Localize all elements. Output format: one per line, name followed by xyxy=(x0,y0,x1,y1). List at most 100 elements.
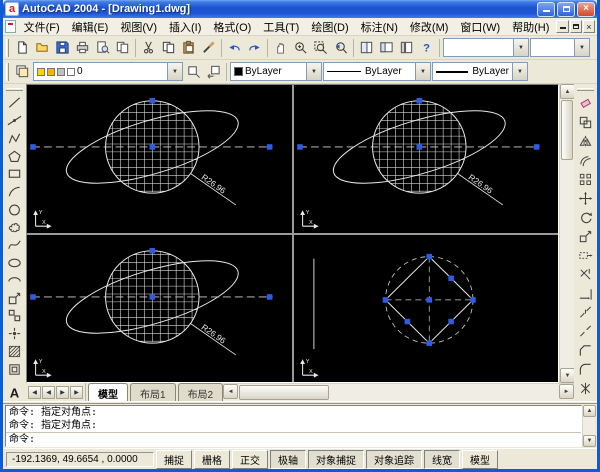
undo-icon[interactable] xyxy=(225,38,244,57)
viewport-top-right[interactable] xyxy=(294,85,559,233)
scroll-down-icon[interactable]: ▼ xyxy=(560,368,575,383)
array-icon[interactable] xyxy=(576,170,595,189)
multiline-text-icon[interactable]: A xyxy=(5,383,24,401)
layer-select-combo[interactable]: 0 ▼ xyxy=(33,62,183,81)
paste-icon[interactable] xyxy=(179,38,198,57)
vertical-scrollbar[interactable]: ▲ ▼ xyxy=(559,84,574,383)
menu-edit[interactable]: 编辑(E) xyxy=(66,18,115,36)
mdi-restore-button[interactable] xyxy=(570,20,582,33)
toolbar-grip[interactable] xyxy=(6,39,9,57)
coordinates-display[interactable]: -192.1369, 49.6654 , 0.0000 xyxy=(6,452,154,467)
command-prompt[interactable]: 命令: xyxy=(6,432,581,446)
scroll-up-icon[interactable]: ▲ xyxy=(560,84,575,99)
stretch-icon[interactable] xyxy=(576,246,595,265)
status-toggle-4[interactable]: 对象捕捉 xyxy=(308,450,364,469)
scroll-up-icon[interactable]: ▲ xyxy=(583,405,596,417)
revision-cloud-icon[interactable] xyxy=(5,218,24,236)
copy-object-icon[interactable] xyxy=(576,113,595,132)
lineweight-combo-dropdown-icon[interactable]: ▼ xyxy=(512,63,527,80)
spline-icon[interactable] xyxy=(5,236,24,254)
region-icon[interactable] xyxy=(5,360,24,378)
status-toggle-6[interactable]: 线宽 xyxy=(424,450,460,469)
help-icon[interactable]: ? xyxy=(417,38,436,57)
tab-nav-prev-button[interactable]: ◀ xyxy=(42,386,55,399)
rotate-icon[interactable] xyxy=(576,208,595,227)
menu-view[interactable]: 视图(V) xyxy=(114,18,163,36)
toolbar-grip[interactable] xyxy=(577,88,594,91)
explode-icon[interactable] xyxy=(576,379,595,398)
ellipse-arc-icon[interactable] xyxy=(5,272,24,290)
polyline-icon[interactable] xyxy=(5,129,24,147)
color-control-combo[interactable]: ByLayer ▼ xyxy=(230,62,322,81)
hatch-icon[interactable] xyxy=(5,343,24,361)
layer-previous-icon[interactable] xyxy=(204,62,223,81)
horizontal-scrollbar[interactable]: ◄ ► xyxy=(223,383,574,401)
minimize-button[interactable] xyxy=(537,2,555,17)
mdi-minimize-button[interactable] xyxy=(556,20,568,33)
tab-layout2[interactable]: 布局2 xyxy=(178,383,224,401)
horizontal-scroll-thumb[interactable] xyxy=(239,385,329,400)
pan-realtime-icon[interactable] xyxy=(271,38,290,57)
copy-icon[interactable] xyxy=(159,38,178,57)
tool-palettes-icon[interactable] xyxy=(397,38,416,57)
lineweight-control-combo[interactable]: ByLayer ▼ xyxy=(432,62,528,81)
insert-block-icon[interactable] xyxy=(5,289,24,307)
menu-help[interactable]: 帮助(H) xyxy=(506,18,555,36)
erase-icon[interactable] xyxy=(576,94,595,113)
menu-tools[interactable]: 工具(T) xyxy=(257,18,305,36)
chamfer-icon[interactable] xyxy=(576,341,595,360)
style-combo-2[interactable]: ▼ xyxy=(530,38,590,57)
line-icon[interactable] xyxy=(5,94,24,112)
menu-file[interactable]: 文件(F) xyxy=(18,18,66,36)
rectangle-icon[interactable] xyxy=(5,165,24,183)
menu-insert[interactable]: 插入(I) xyxy=(163,18,207,36)
tab-nav-next-button[interactable]: ▶ xyxy=(56,386,69,399)
move-icon[interactable] xyxy=(576,189,595,208)
menu-format[interactable]: 格式(O) xyxy=(207,18,257,36)
break-icon[interactable] xyxy=(576,322,595,341)
tab-nav-last-button[interactable]: ▶ xyxy=(70,386,83,399)
circle-icon[interactable] xyxy=(5,201,24,219)
new-file-icon[interactable] xyxy=(13,38,32,57)
menu-window[interactable]: 窗口(W) xyxy=(454,18,506,36)
mirror-icon[interactable] xyxy=(576,132,595,151)
vertical-scroll-thumb[interactable] xyxy=(561,100,573,160)
mdi-close-button[interactable]: × xyxy=(583,20,595,33)
status-toggle-7[interactable]: 模型 xyxy=(462,450,498,469)
ellipse-icon[interactable] xyxy=(5,254,24,272)
scale-icon[interactable] xyxy=(576,227,595,246)
scroll-down-icon[interactable]: ▼ xyxy=(583,435,596,447)
break-at-point-icon[interactable] xyxy=(576,303,595,322)
plot-preview-icon[interactable] xyxy=(93,38,112,57)
zoom-previous-icon[interactable] xyxy=(331,38,350,57)
open-file-icon[interactable] xyxy=(33,38,52,57)
cut-icon[interactable] xyxy=(139,38,158,57)
tab-nav-first-button[interactable]: ◀ xyxy=(28,386,41,399)
viewport-bottom-left[interactable] xyxy=(27,235,292,383)
trim-icon[interactable] xyxy=(576,265,595,284)
command-scrollbar[interactable]: ▲ ▼ xyxy=(582,405,595,447)
offset-icon[interactable] xyxy=(576,151,595,170)
linetype-control-combo[interactable]: ByLayer ▼ xyxy=(323,62,431,81)
menu-dimension[interactable]: 标注(N) xyxy=(355,18,404,36)
title-bar[interactable]: a AutoCAD 2004 - [Drawing1.dwg] × xyxy=(3,0,597,18)
properties-icon[interactable] xyxy=(357,38,376,57)
color-combo-dropdown-icon[interactable]: ▼ xyxy=(306,63,321,80)
status-toggle-0[interactable]: 捕捉 xyxy=(156,450,192,469)
make-object-layer-current-icon[interactable] xyxy=(184,62,203,81)
toolbar-grip[interactable] xyxy=(6,63,9,81)
viewport-top-left[interactable] xyxy=(27,85,292,233)
style-combo-1[interactable]: ▼ xyxy=(443,38,529,57)
menu-modify[interactable]: 修改(M) xyxy=(404,18,455,36)
construction-line-icon[interactable] xyxy=(5,112,24,130)
fillet-icon[interactable] xyxy=(576,360,595,379)
linetype-combo-dropdown-icon[interactable]: ▼ xyxy=(415,63,430,80)
scroll-left-icon[interactable]: ◄ xyxy=(223,384,238,399)
status-toggle-3[interactable]: 极轴 xyxy=(270,450,306,469)
style-combo-2-dropdown-icon[interactable]: ▼ xyxy=(574,39,589,56)
zoom-realtime-icon[interactable] xyxy=(291,38,310,57)
scroll-right-icon[interactable]: ► xyxy=(559,384,574,399)
toolbar-grip[interactable] xyxy=(6,88,23,91)
close-button[interactable]: × xyxy=(577,2,595,17)
style-combo-1-dropdown-icon[interactable]: ▼ xyxy=(513,39,528,56)
